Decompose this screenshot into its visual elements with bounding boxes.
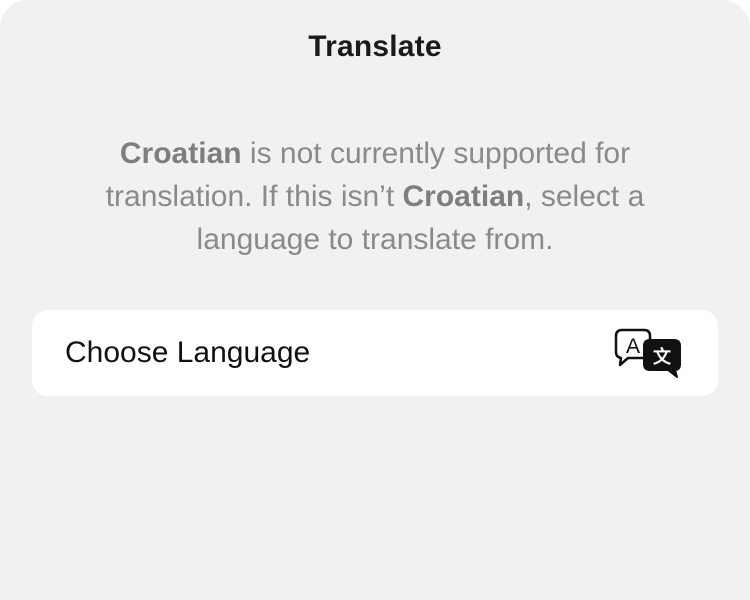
svg-text:文: 文 bbox=[653, 346, 672, 368]
sheet-title: Translate bbox=[308, 30, 442, 63]
choose-language-button[interactable]: Choose Language A 文 bbox=[32, 310, 718, 396]
detected-language-name: Croatian bbox=[119, 137, 242, 170]
unsupported-language-message: Croatian is not currently supported for … bbox=[105, 137, 645, 256]
detected-language-name: Croatian bbox=[402, 180, 525, 213]
translate-icon: A 文 bbox=[614, 328, 681, 378]
choose-language-label: Choose Language bbox=[65, 336, 311, 369]
translate-sheet: Translate Croatian is not currently supp… bbox=[0, 0, 750, 600]
svg-text:A: A bbox=[626, 335, 640, 358]
